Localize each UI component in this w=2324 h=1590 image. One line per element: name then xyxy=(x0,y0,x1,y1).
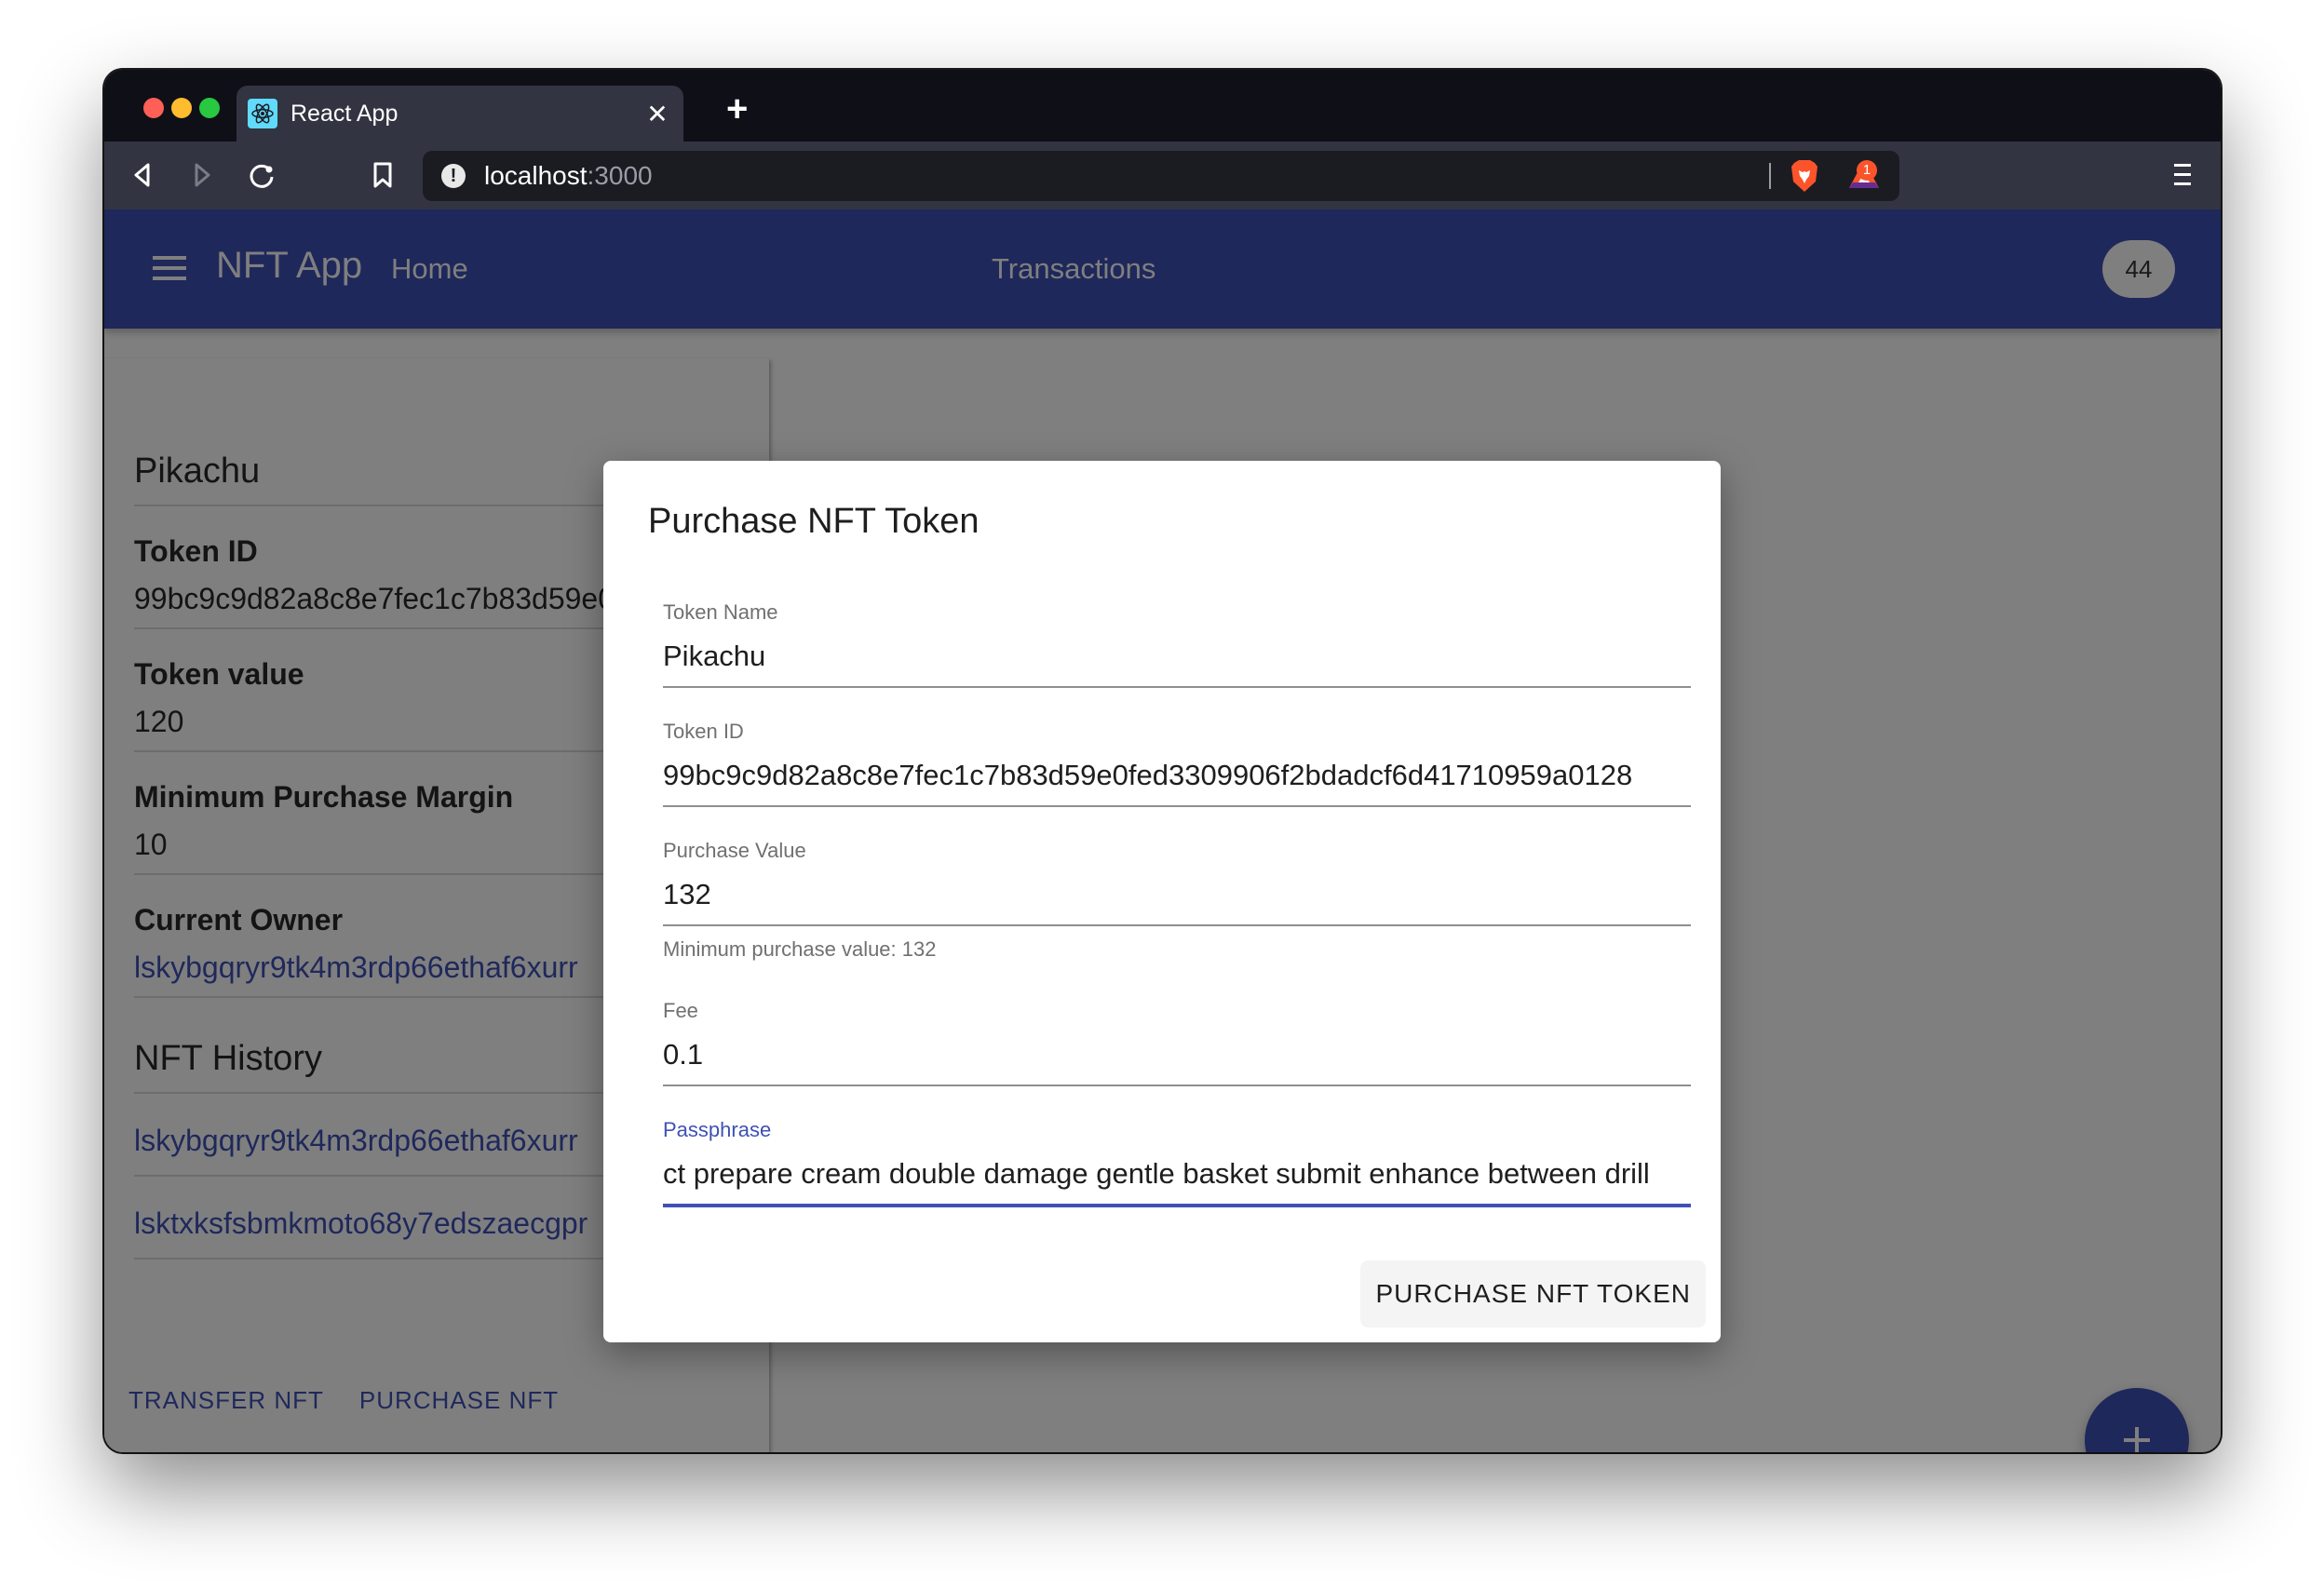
brave-shields-icon[interactable] xyxy=(1790,159,1819,197)
add-fab-button[interactable] xyxy=(2085,1388,2189,1452)
fee-field: Fee 0.1 xyxy=(663,999,1691,1086)
page-viewport: NFT App Home Transactions 44 Pikachu Tok… xyxy=(104,209,2221,1452)
app-bar: NFT App Home Transactions 44 xyxy=(104,209,2221,329)
plus-icon xyxy=(2124,1427,2150,1452)
reload-icon xyxy=(250,164,274,188)
maximize-window-button[interactable] xyxy=(199,98,220,118)
react-logo-icon xyxy=(248,99,277,128)
purchase-value-input[interactable]: 132 xyxy=(663,878,1691,926)
browser-toolbar: ! localhost:3000 1 xyxy=(104,141,2221,209)
app-title: NFT App xyxy=(216,245,363,286)
field-label: Token ID xyxy=(663,720,744,743)
token-name-input[interactable]: Pikachu xyxy=(663,640,1691,688)
purchase-nft-token-button[interactable]: PURCHASE NFT TOKEN xyxy=(1360,1260,1706,1327)
nav-home-link[interactable]: Home xyxy=(391,252,468,286)
browser-window: React App ✕ + ! localhost:3000 1 NFT Ap… xyxy=(104,70,2221,1452)
field-label: Fee xyxy=(663,999,698,1022)
passphrase-input[interactable]: ct prepare cream double damage gentle ba… xyxy=(663,1157,1691,1207)
forward-button[interactable] xyxy=(182,155,222,195)
token-id-input[interactable]: 99bc9c9d82a8c8e7fec1c7b83d59e0fed3309906… xyxy=(663,759,1691,807)
token-id-field: Token ID 99bc9c9d82a8c8e7fec1c7b83d59e0f… xyxy=(663,720,1691,807)
address-bar-divider xyxy=(1769,163,1771,189)
block-height-chip[interactable]: 44 xyxy=(2102,240,2175,298)
browser-menu-button[interactable] xyxy=(2172,160,2193,195)
dialog-title: Purchase NFT Token xyxy=(648,502,980,541)
purchase-nft-dialog: Purchase NFT Token Token Name Pikachu To… xyxy=(603,461,1721,1342)
bookmark-button[interactable] xyxy=(363,155,402,195)
bookmark-icon xyxy=(373,162,392,188)
purchase-value-field: Purchase Value 132 Minimum purchase valu… xyxy=(663,839,1691,962)
fee-input[interactable]: 0.1 xyxy=(663,1038,1691,1086)
card-actions: TRANSFER NFT PURCHASE NFT xyxy=(128,1386,559,1415)
url-host: localhost xyxy=(484,161,588,190)
back-arrow-icon xyxy=(134,163,150,187)
address-bar[interactable]: ! localhost:3000 1 xyxy=(423,151,1899,201)
rewards-badge: 1 xyxy=(1857,160,1877,181)
new-tab-button[interactable]: + xyxy=(726,90,748,128)
purchase-value-helper: Minimum purchase value: 132 xyxy=(663,937,937,961)
close-window-button[interactable] xyxy=(143,98,164,118)
token-name-field: Token Name Pikachu xyxy=(663,600,1691,688)
purchase-nft-button[interactable]: PURCHASE NFT xyxy=(359,1386,559,1415)
close-tab-icon[interactable]: ✕ xyxy=(639,99,676,129)
field-label: Passphrase xyxy=(663,1118,772,1141)
brave-rewards-icon[interactable]: 1 xyxy=(1847,156,1886,196)
transfer-nft-button[interactable]: TRANSFER NFT xyxy=(128,1386,324,1415)
site-info-icon[interactable]: ! xyxy=(441,164,466,188)
tab-title: React App xyxy=(290,100,399,127)
tab-strip: React App ✕ + xyxy=(104,70,2221,141)
browser-tab[interactable]: React App ✕ xyxy=(236,86,683,141)
hamburger-menu-icon[interactable] xyxy=(153,256,186,282)
passphrase-field: Passphrase ct prepare cream double damag… xyxy=(663,1118,1691,1207)
reload-button[interactable] xyxy=(242,155,281,195)
field-label: Purchase Value xyxy=(663,839,806,862)
field-label: Token Name xyxy=(663,600,778,624)
back-button[interactable] xyxy=(123,155,162,195)
minimize-window-button[interactable] xyxy=(171,98,192,118)
nav-transactions-link[interactable]: Transactions xyxy=(992,252,1155,286)
forward-arrow-icon xyxy=(195,163,210,187)
url-port: :3000 xyxy=(587,161,653,190)
menu-icon xyxy=(2174,164,2191,185)
